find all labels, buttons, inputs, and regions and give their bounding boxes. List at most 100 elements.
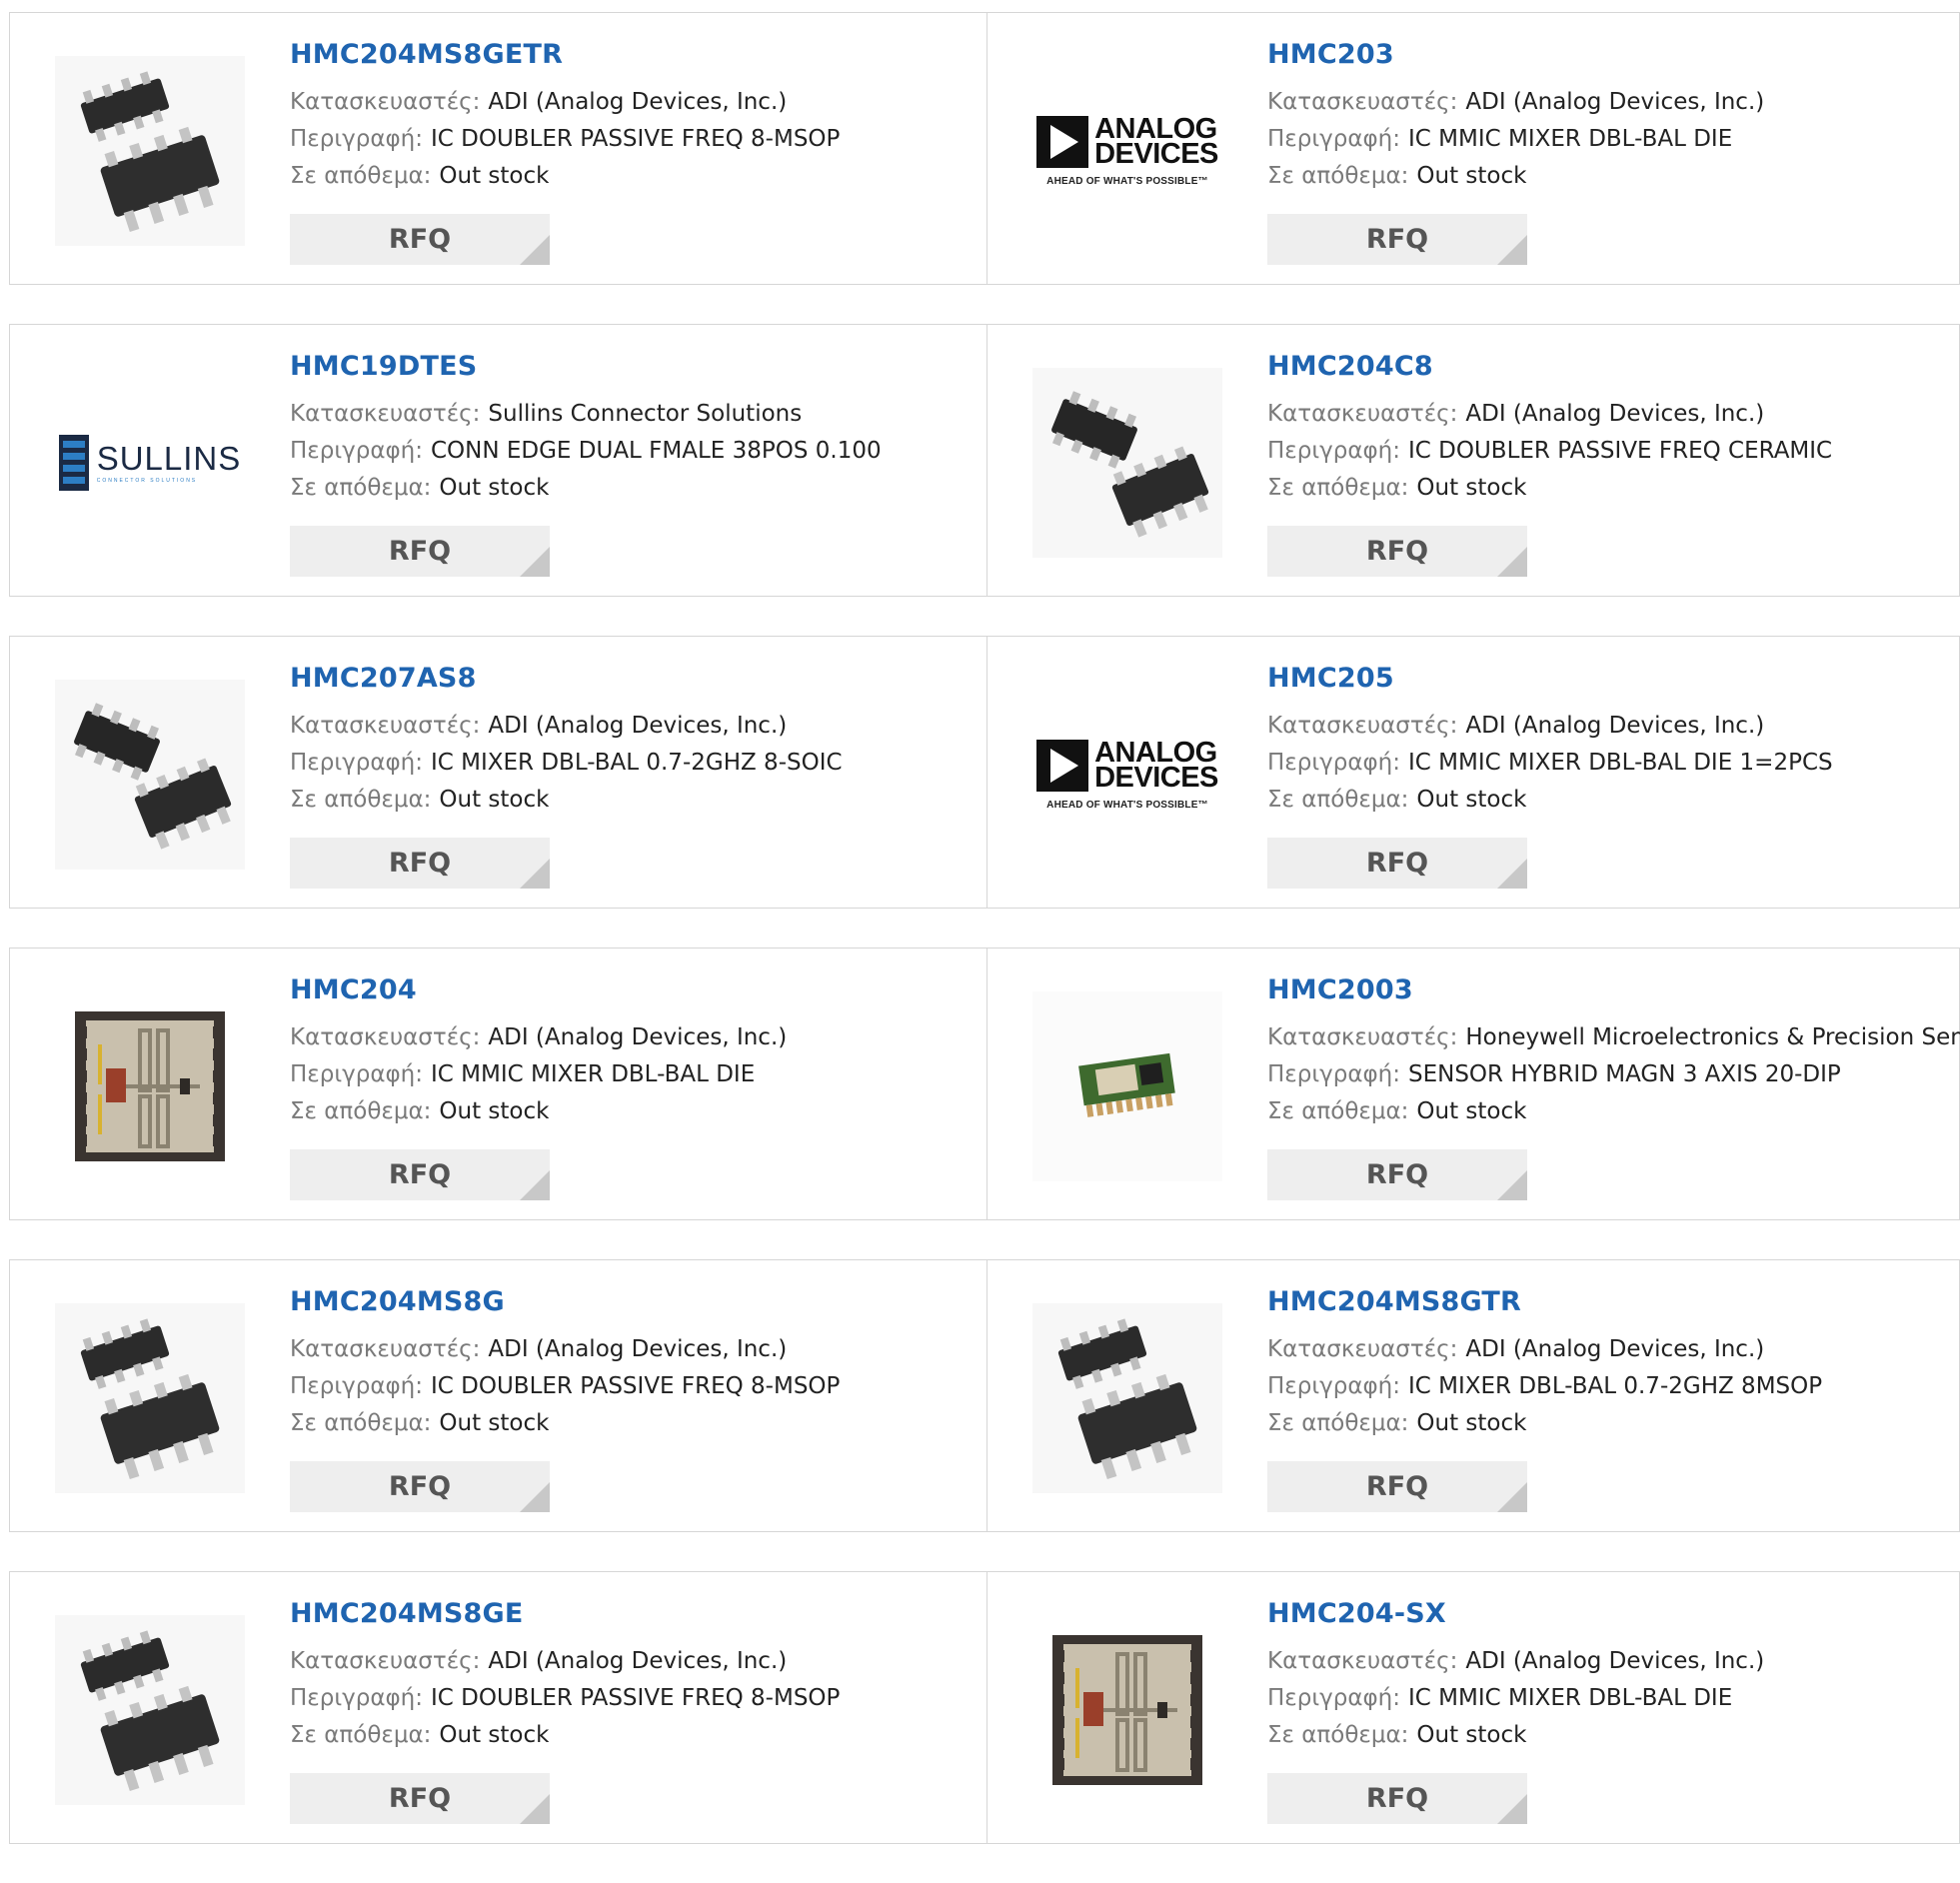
- description-value: CONN EDGE DUAL FMALE 38POS 0.100: [430, 438, 882, 464]
- manufacturer-label: Κατασκευαστές:: [1267, 401, 1458, 427]
- product-part-link[interactable]: HMC2003: [1267, 974, 1960, 1005]
- analog-devices-logo[interactable]: ANALOG DEVICES AHEAD OF WHAT'S POSSIBLE™: [1027, 51, 1227, 251]
- manufacturer-label: Κατασκευαστές:: [290, 89, 481, 115]
- description-line: Περιγραφή: IC DOUBLER PASSIVE FREQ 8-MSOP: [290, 121, 840, 158]
- manufacturer-line: Κατασκευαστές: ADI (Analog Devices, Inc.): [1267, 708, 1833, 745]
- rfq-button[interactable]: RFQ: [1267, 1773, 1527, 1824]
- manufacturer-value: ADI (Analog Devices, Inc.): [488, 1336, 788, 1362]
- manufacturer-value: ADI (Analog Devices, Inc.): [1465, 713, 1765, 739]
- stock-line: Σε απόθεμα: Out stock: [290, 158, 840, 195]
- stock-line: Σε απόθεμα: Out stock: [1267, 470, 1832, 507]
- product-card: ANALOG DEVICES AHEAD OF WHAT'S POSSIBLE™ …: [987, 12, 1960, 285]
- product-row: SULLINS CONNECTOR SOLUTIONS HMC19DTES Κατ…: [9, 324, 1960, 597]
- manufacturer-value: ADI (Analog Devices, Inc.): [488, 1648, 788, 1674]
- manufacturer-line: Κατασκευαστές: Sullins Connector Solution…: [290, 396, 882, 433]
- logo-text: SULLINS: [96, 439, 242, 477]
- logo-tagline: AHEAD OF WHAT'S POSSIBLE™: [1046, 175, 1208, 187]
- description-line: Περιγραφή: IC MMIC MIXER DBL-BAL DIE 1=2P…: [1267, 745, 1833, 782]
- analog-devices-logo[interactable]: ANALOG DEVICES AHEAD OF WHAT'S POSSIBLE™: [1027, 675, 1227, 875]
- product-part-link[interactable]: HMC204MS8G: [290, 1286, 840, 1317]
- rfq-button[interactable]: RFQ: [290, 1149, 550, 1200]
- product-part-link[interactable]: HMC204-SX: [1267, 1598, 1764, 1629]
- product-part-link[interactable]: HMC204MS8GTR: [1267, 1286, 1822, 1317]
- rfq-button[interactable]: RFQ: [290, 214, 550, 265]
- stock-label: Σε απόθεμα:: [1267, 1722, 1409, 1748]
- product-row: HMC204MS8GETR Κατασκευαστές: ADI (Analog D…: [9, 12, 1960, 285]
- soic-chip-icon[interactable]: [1027, 363, 1227, 563]
- product-part-link[interactable]: HMC204MS8GETR: [290, 39, 840, 70]
- product-info: HMC205 Κατασκευαστές: ADI (Analog Devices,…: [1267, 663, 1833, 819]
- description-label: Περιγραφή:: [1267, 750, 1400, 776]
- stock-line: Σε απόθεμα: Out stock: [290, 1093, 787, 1130]
- stock-label: Σε απόθεμα:: [1267, 475, 1409, 501]
- rfq-button[interactable]: RFQ: [1267, 1461, 1527, 1512]
- rfq-button[interactable]: RFQ: [1267, 1149, 1527, 1200]
- stock-label: Σε απόθεμα:: [1267, 1410, 1409, 1436]
- msop-chip-icon[interactable]: [50, 51, 250, 251]
- product-part-link[interactable]: HMC205: [1267, 663, 1833, 694]
- product-part-link[interactable]: HMC207AS8: [290, 663, 843, 694]
- product-part-link[interactable]: HMC204C8: [1267, 351, 1832, 382]
- description-label: Περιγραφή:: [290, 1373, 423, 1399]
- stock-label: Σε απόθεμα:: [290, 163, 432, 189]
- rfq-button[interactable]: RFQ: [1267, 838, 1527, 889]
- manufacturer-line: Κατασκευαστές: ADI (Analog Devices, Inc.): [290, 1019, 787, 1056]
- sullins-logo[interactable]: SULLINS CONNECTOR SOLUTIONS: [50, 363, 250, 563]
- rfq-button[interactable]: RFQ: [1267, 526, 1527, 577]
- stock-label: Σε απόθεμα:: [290, 1098, 432, 1124]
- description-line: Περιγραφή: IC MMIC MIXER DBL-BAL DIE: [1267, 1680, 1764, 1717]
- logo-tagline: AHEAD OF WHAT'S POSSIBLE™: [1046, 799, 1208, 811]
- manufacturer-label: Κατασκευαστές:: [290, 1336, 481, 1362]
- manufacturer-line: Κατασκευαστές: ADI (Analog Devices, Inc.): [290, 1643, 840, 1680]
- manufacturer-line: Κατασκευαστές: ADI (Analog Devices, Inc.): [1267, 396, 1832, 433]
- description-value: IC MMIC MIXER DBL-BAL DIE: [1407, 1685, 1733, 1711]
- description-value: IC DOUBLER PASSIVE FREQ CERAMIC: [1407, 438, 1833, 464]
- manufacturer-label: Κατασκευαστές:: [290, 1648, 481, 1674]
- rfq-button[interactable]: RFQ: [290, 526, 550, 577]
- die-chip-icon[interactable]: [1027, 1610, 1227, 1810]
- description-value: IC MMIC MIXER DBL-BAL DIE: [1407, 126, 1733, 152]
- product-row: HMC207AS8 Κατασκευαστές: ADI (Analog Devic…: [9, 636, 1960, 909]
- manufacturer-value: Honeywell Microelectronics & Precision S…: [1465, 1024, 1960, 1050]
- stock-value: Out stock: [1416, 1098, 1527, 1124]
- product-part-link[interactable]: HMC204MS8GE: [290, 1598, 840, 1629]
- product-card: HMC204MS8G Κατασκευαστές: ADI (Analog Devi…: [9, 1259, 987, 1532]
- die-chip-icon[interactable]: [50, 986, 250, 1186]
- logo-text: DEVICES: [1094, 761, 1218, 794]
- product-card: HMC2003 Κατασκευαστές: Honeywell Microelec…: [987, 947, 1960, 1220]
- product-info: HMC204MS8G Κατασκευαστές: ADI (Analog Devi…: [290, 1286, 840, 1442]
- manufacturer-line: Κατασκευαστές: Honeywell Microelectronics…: [1267, 1019, 1960, 1056]
- manufacturer-label: Κατασκευαστές:: [1267, 713, 1458, 739]
- manufacturer-label: Κατασκευαστές:: [290, 713, 481, 739]
- manufacturer-label: Κατασκευαστές:: [1267, 1648, 1458, 1674]
- description-value: IC MIXER DBL-BAL 0.7-2GHZ 8MSOP: [1407, 1373, 1823, 1399]
- description-label: Περιγραφή:: [1267, 1061, 1400, 1087]
- manufacturer-line: Κατασκευαστές: ADI (Analog Devices, Inc.): [290, 708, 843, 745]
- rfq-button[interactable]: RFQ: [290, 1773, 550, 1824]
- product-part-link[interactable]: HMC203: [1267, 39, 1764, 70]
- sensor-module-icon[interactable]: [1027, 986, 1227, 1186]
- manufacturer-label: Κατασκευαστές:: [1267, 1336, 1458, 1362]
- msop-chip-icon[interactable]: [1027, 1298, 1227, 1498]
- soic-chip-icon[interactable]: [50, 675, 250, 875]
- rfq-button[interactable]: RFQ: [290, 1461, 550, 1512]
- product-info: HMC203 Κατασκευαστές: ADI (Analog Devices,…: [1267, 39, 1764, 195]
- description-value: IC MMIC MIXER DBL-BAL DIE 1=2PCS: [1407, 750, 1833, 776]
- product-card: HMC204MS8GETR Κατασκευαστές: ADI (Analog D…: [9, 12, 987, 285]
- manufacturer-line: Κατασκευαστές: ADI (Analog Devices, Inc.): [1267, 84, 1764, 121]
- manufacturer-line: Κατασκευαστές: ADI (Analog Devices, Inc.): [290, 1331, 840, 1368]
- msop-chip-icon[interactable]: [50, 1610, 250, 1810]
- product-card: HMC207AS8 Κατασκευαστές: ADI (Analog Devic…: [9, 636, 987, 909]
- product-card: HMC204 Κατασκευαστές: ADI (Analog Devices,…: [9, 947, 987, 1220]
- stock-value: Out stock: [439, 1722, 550, 1748]
- stock-value: Out stock: [1416, 787, 1527, 813]
- rfq-button[interactable]: RFQ: [1267, 214, 1527, 265]
- description-label: Περιγραφή:: [1267, 126, 1400, 152]
- stock-value: Out stock: [439, 1410, 550, 1436]
- product-part-link[interactable]: HMC19DTES: [290, 351, 882, 382]
- product-card: HMC204MS8GTR Κατασκευαστές: ADI (Analog De…: [987, 1259, 1960, 1532]
- msop-chip-icon[interactable]: [50, 1298, 250, 1498]
- product-part-link[interactable]: HMC204: [290, 974, 787, 1005]
- product-card: SULLINS CONNECTOR SOLUTIONS HMC19DTES Κατ…: [9, 324, 987, 597]
- rfq-button[interactable]: RFQ: [290, 838, 550, 889]
